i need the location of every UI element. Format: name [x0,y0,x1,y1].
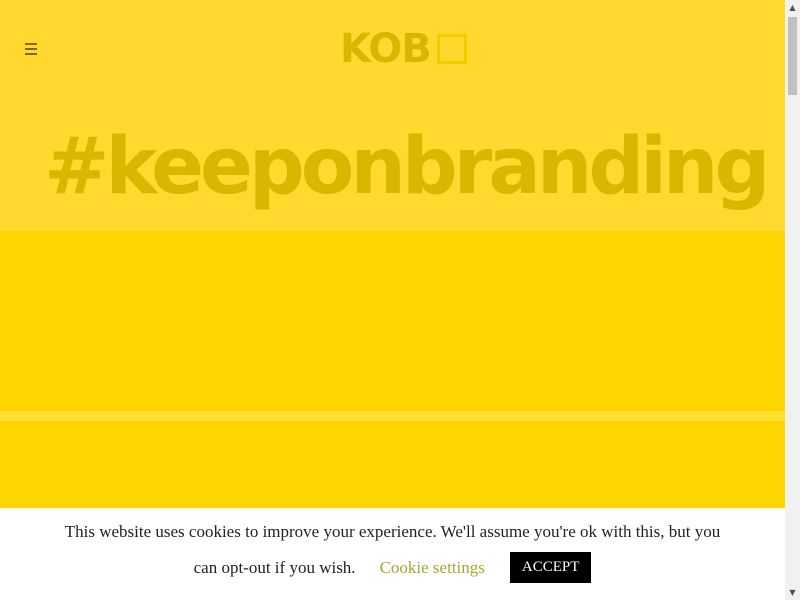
cookie-banner: This website uses cookies to improve you… [0,508,785,600]
accept-cookies-button[interactable]: ACCEPT [509,552,592,583]
cookie-message-line2: can opt-out if you wish. [193,557,356,577]
scroll-down-arrow-icon[interactable]: ▼ [785,585,800,600]
page: KOB #keeponbranding This website uses co… [0,0,785,600]
menu-bar [25,43,37,45]
scroll-up-arrow-icon[interactable]: ▲ [785,0,800,15]
content-band-1 [0,231,785,411]
vertical-scrollbar[interactable]: ▲ ▼ [785,0,800,600]
cookie-message-line1: This website uses cookies to improve you… [64,522,721,541]
logo-square-icon [436,34,467,64]
cookie-settings-link[interactable]: Cookie settings [380,558,485,578]
logo-text: KOB [340,26,432,72]
hero-hashtag: #keeponbranding [44,122,770,212]
scrollbar-thumb[interactable] [788,17,797,95]
cookie-actions-row: can opt-out if you wish. Cookie settings… [0,552,785,583]
site-logo[interactable]: KOB [340,28,467,70]
menu-bar [25,53,37,55]
menu-bar [25,48,37,50]
site-header: KOB #keeponbranding [0,0,785,231]
hamburger-menu-icon[interactable] [25,43,37,55]
band-divider [0,411,785,421]
